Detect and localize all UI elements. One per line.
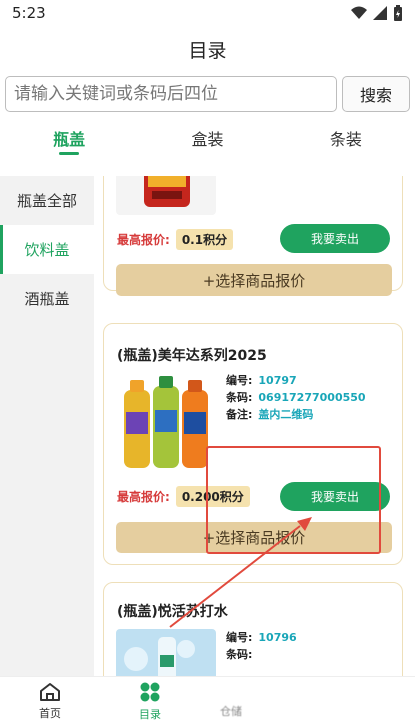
product-image xyxy=(116,629,216,676)
info-key: 条码: xyxy=(226,648,253,661)
tab-bottle-caps[interactable]: 瓶盖 xyxy=(0,118,138,168)
product-card: (瓶盖)美年达系列2025 编号: 10797 条码: 069172770005… xyxy=(103,323,403,565)
nav-home[interactable]: 首页 xyxy=(0,677,100,725)
product-info: 编号: 10797 条码: 06917277000550 备注: 盖内二维码 xyxy=(226,372,366,423)
info-row-id: 编号: 10797 xyxy=(226,372,366,389)
home-icon xyxy=(40,682,60,701)
wifi-icon xyxy=(351,6,367,19)
sell-button[interactable]: 我要卖出 xyxy=(280,482,390,511)
product-card: 最高报价: 0.1积分 我要卖出 +选择商品报价 xyxy=(103,176,403,296)
select-quote-button[interactable]: +选择商品报价 xyxy=(116,264,392,296)
status-time: 5:23 xyxy=(12,4,46,22)
info-row-barcode: 条码: xyxy=(226,646,297,663)
page-title: 目录 xyxy=(188,40,227,62)
info-key: 条码: xyxy=(226,391,253,404)
search-input[interactable] xyxy=(5,76,337,112)
info-key: 编号: xyxy=(226,374,253,387)
info-row-id: 编号: 10796 xyxy=(226,629,297,646)
search-bar: 搜索 xyxy=(5,76,410,114)
info-row-barcode: 条码: 06917277000550 xyxy=(226,389,366,406)
nav-obscured-label: 仓储 xyxy=(220,705,242,718)
signal-icon xyxy=(373,6,387,20)
tab-strips[interactable]: 条装 xyxy=(277,118,415,168)
sidebar: 瓶盖全部 饮料盖 酒瓶盖 xyxy=(0,176,94,676)
product-image xyxy=(116,176,216,215)
price-label: 最高报价: xyxy=(117,490,170,504)
sidebar-item-wine-caps[interactable]: 酒瓶盖 xyxy=(0,274,94,323)
category-tabs: 瓶盖 盒装 条装 xyxy=(0,118,415,168)
search-button[interactable]: 搜索 xyxy=(342,76,410,112)
tab-boxed[interactable]: 盒装 xyxy=(138,118,276,168)
status-bar: 5:23 xyxy=(0,0,415,26)
price-label: 最高报价: xyxy=(117,233,170,247)
price-value: 0.1积分 xyxy=(175,229,234,250)
price-row: 最高报价: 0.1积分 xyxy=(117,229,234,250)
product-card: (瓶盖)悦活苏打水 编号: 10796 条码: xyxy=(103,582,403,676)
nav-home-label: 首页 xyxy=(39,706,61,720)
product-list[interactable]: 最高报价: 0.1积分 我要卖出 +选择商品报价 (瓶盖)美年达系列2025 编… xyxy=(94,176,415,676)
battery-icon xyxy=(394,5,402,21)
select-quote-button[interactable]: +选择商品报价 xyxy=(116,522,392,553)
info-key: 备注: xyxy=(226,408,253,421)
product-title: (瓶盖)美年达系列2025 xyxy=(117,348,267,364)
nav-obscured[interactable]: 仓储 xyxy=(200,677,415,725)
info-row-note: 备注: 盖内二维码 xyxy=(226,406,366,423)
info-value: 盖内二维码 xyxy=(258,408,314,421)
sidebar-item-all-caps[interactable]: 瓶盖全部 xyxy=(0,176,94,225)
info-value: 10797 xyxy=(258,374,297,387)
sell-button[interactable]: 我要卖出 xyxy=(280,224,390,253)
status-icons xyxy=(351,5,403,21)
product-info: 编号: 10796 条码: xyxy=(226,629,297,663)
nav-catalog[interactable]: 目录 xyxy=(100,677,200,725)
info-value: 06917277000550 xyxy=(258,391,366,404)
price-value: 0.200积分 xyxy=(175,486,250,507)
info-value: 10796 xyxy=(258,631,297,644)
price-row: 最高报价: 0.200积分 xyxy=(117,486,250,507)
info-key: 编号: xyxy=(226,631,253,644)
sidebar-item-drink-caps[interactable]: 饮料盖 xyxy=(0,225,94,274)
bottom-nav: 首页 目录 仓储 xyxy=(0,676,415,725)
product-image xyxy=(116,372,216,472)
product-title: (瓶盖)悦活苏打水 xyxy=(117,604,228,620)
catalog-icon xyxy=(140,682,160,701)
nav-catalog-label: 目录 xyxy=(139,707,161,721)
